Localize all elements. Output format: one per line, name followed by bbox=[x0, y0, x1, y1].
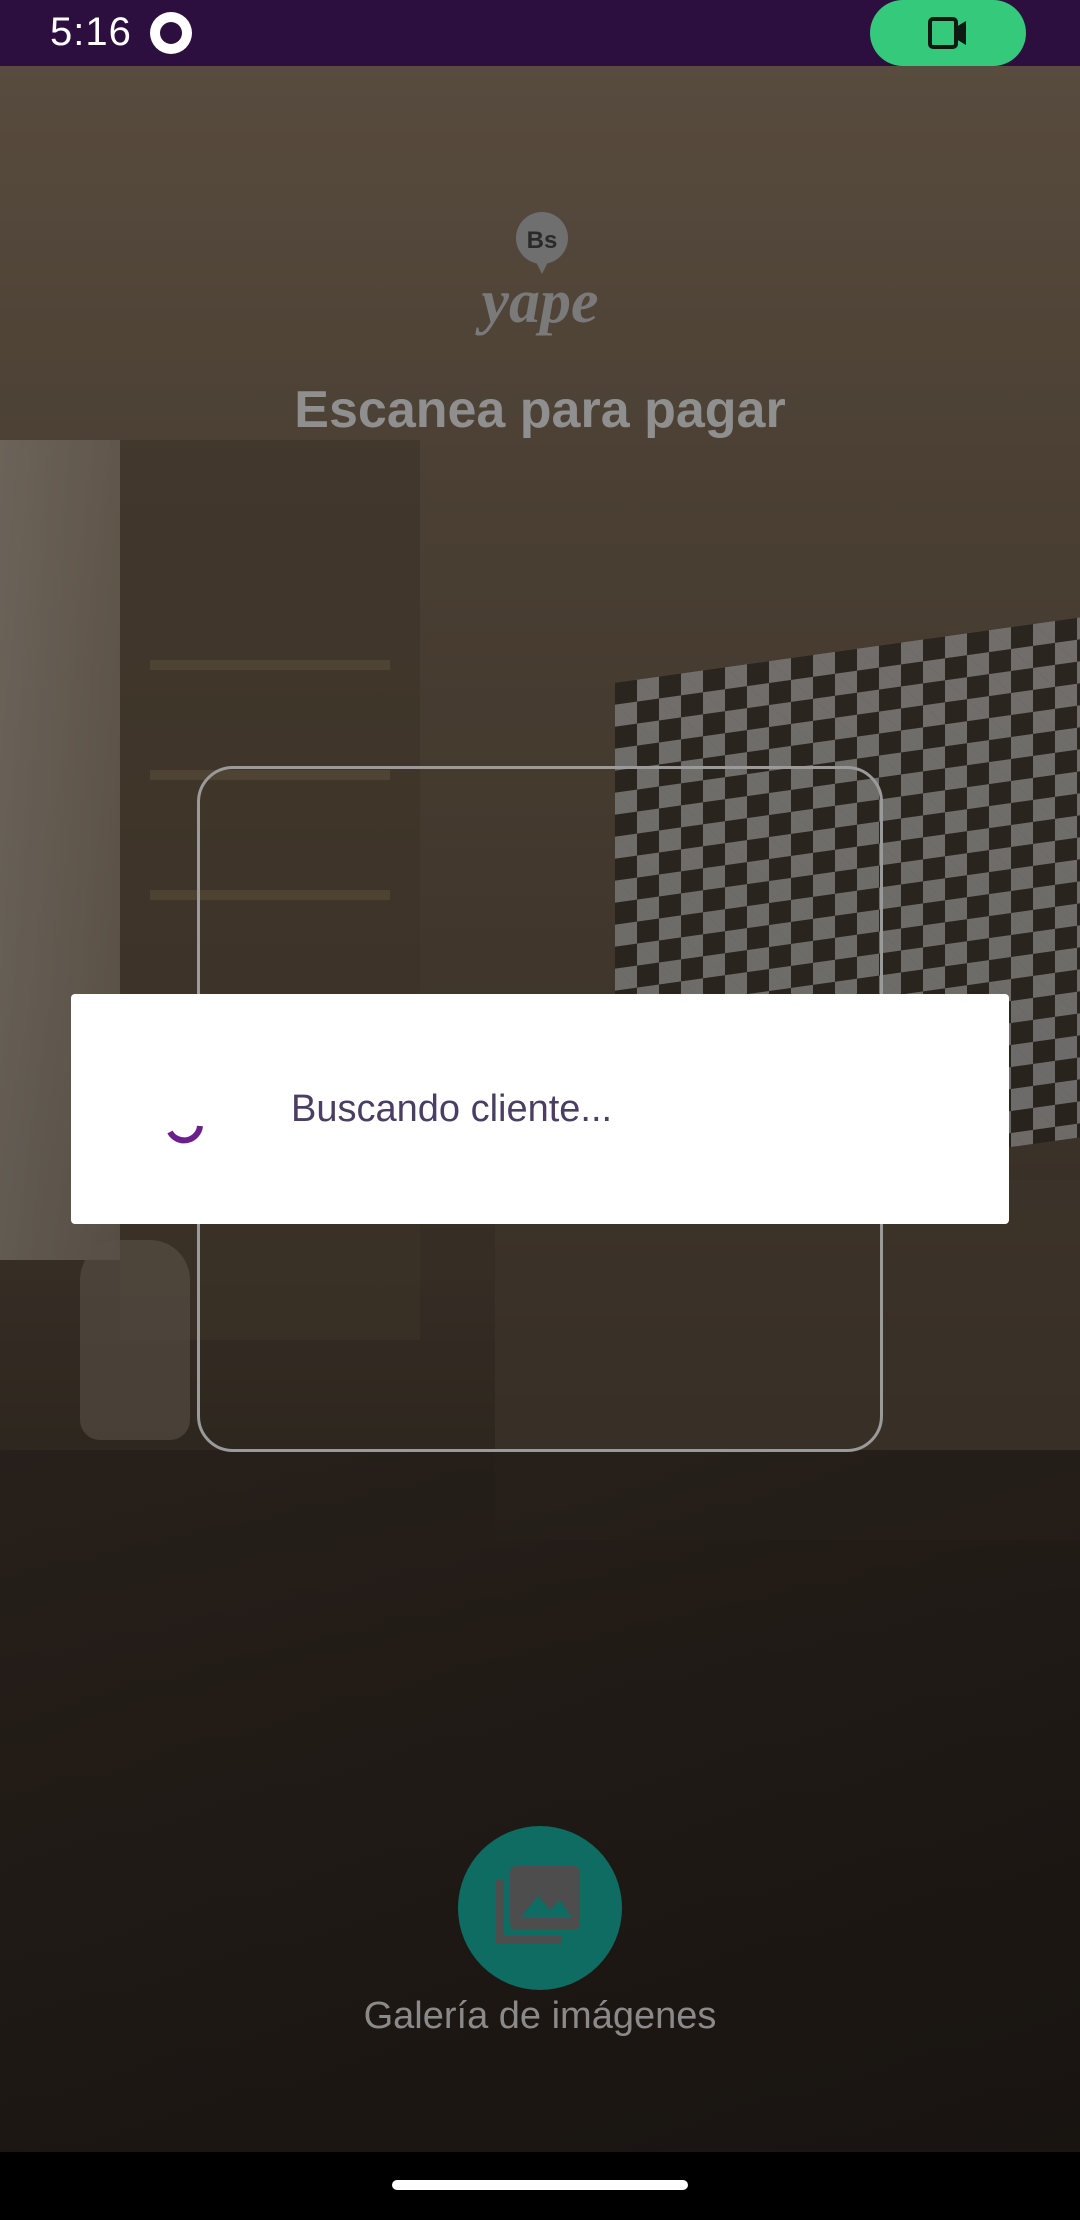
loading-message: Buscando cliente... bbox=[291, 1088, 613, 1130]
status-bar: 5:16 bbox=[0, 0, 1080, 66]
image-gallery-icon bbox=[496, 1866, 580, 1944]
video-camera-icon bbox=[928, 17, 966, 49]
gallery-button[interactable] bbox=[458, 1826, 622, 1990]
status-time: 5:16 bbox=[50, 10, 132, 54]
logo-badge-text: Bs bbox=[527, 227, 558, 254]
gallery-label[interactable]: Galería de imágenes bbox=[0, 1995, 1080, 2038]
camera-in-use-pill[interactable] bbox=[870, 0, 1026, 66]
home-indicator[interactable] bbox=[392, 2180, 688, 2190]
sync-app-icon bbox=[150, 12, 192, 54]
loading-spinner-icon bbox=[167, 1125, 203, 1144]
page-title: Escanea para pagar bbox=[294, 381, 786, 439]
yape-logo: Bs yape bbox=[470, 210, 610, 370]
logo-wordmark: yape bbox=[474, 268, 598, 336]
